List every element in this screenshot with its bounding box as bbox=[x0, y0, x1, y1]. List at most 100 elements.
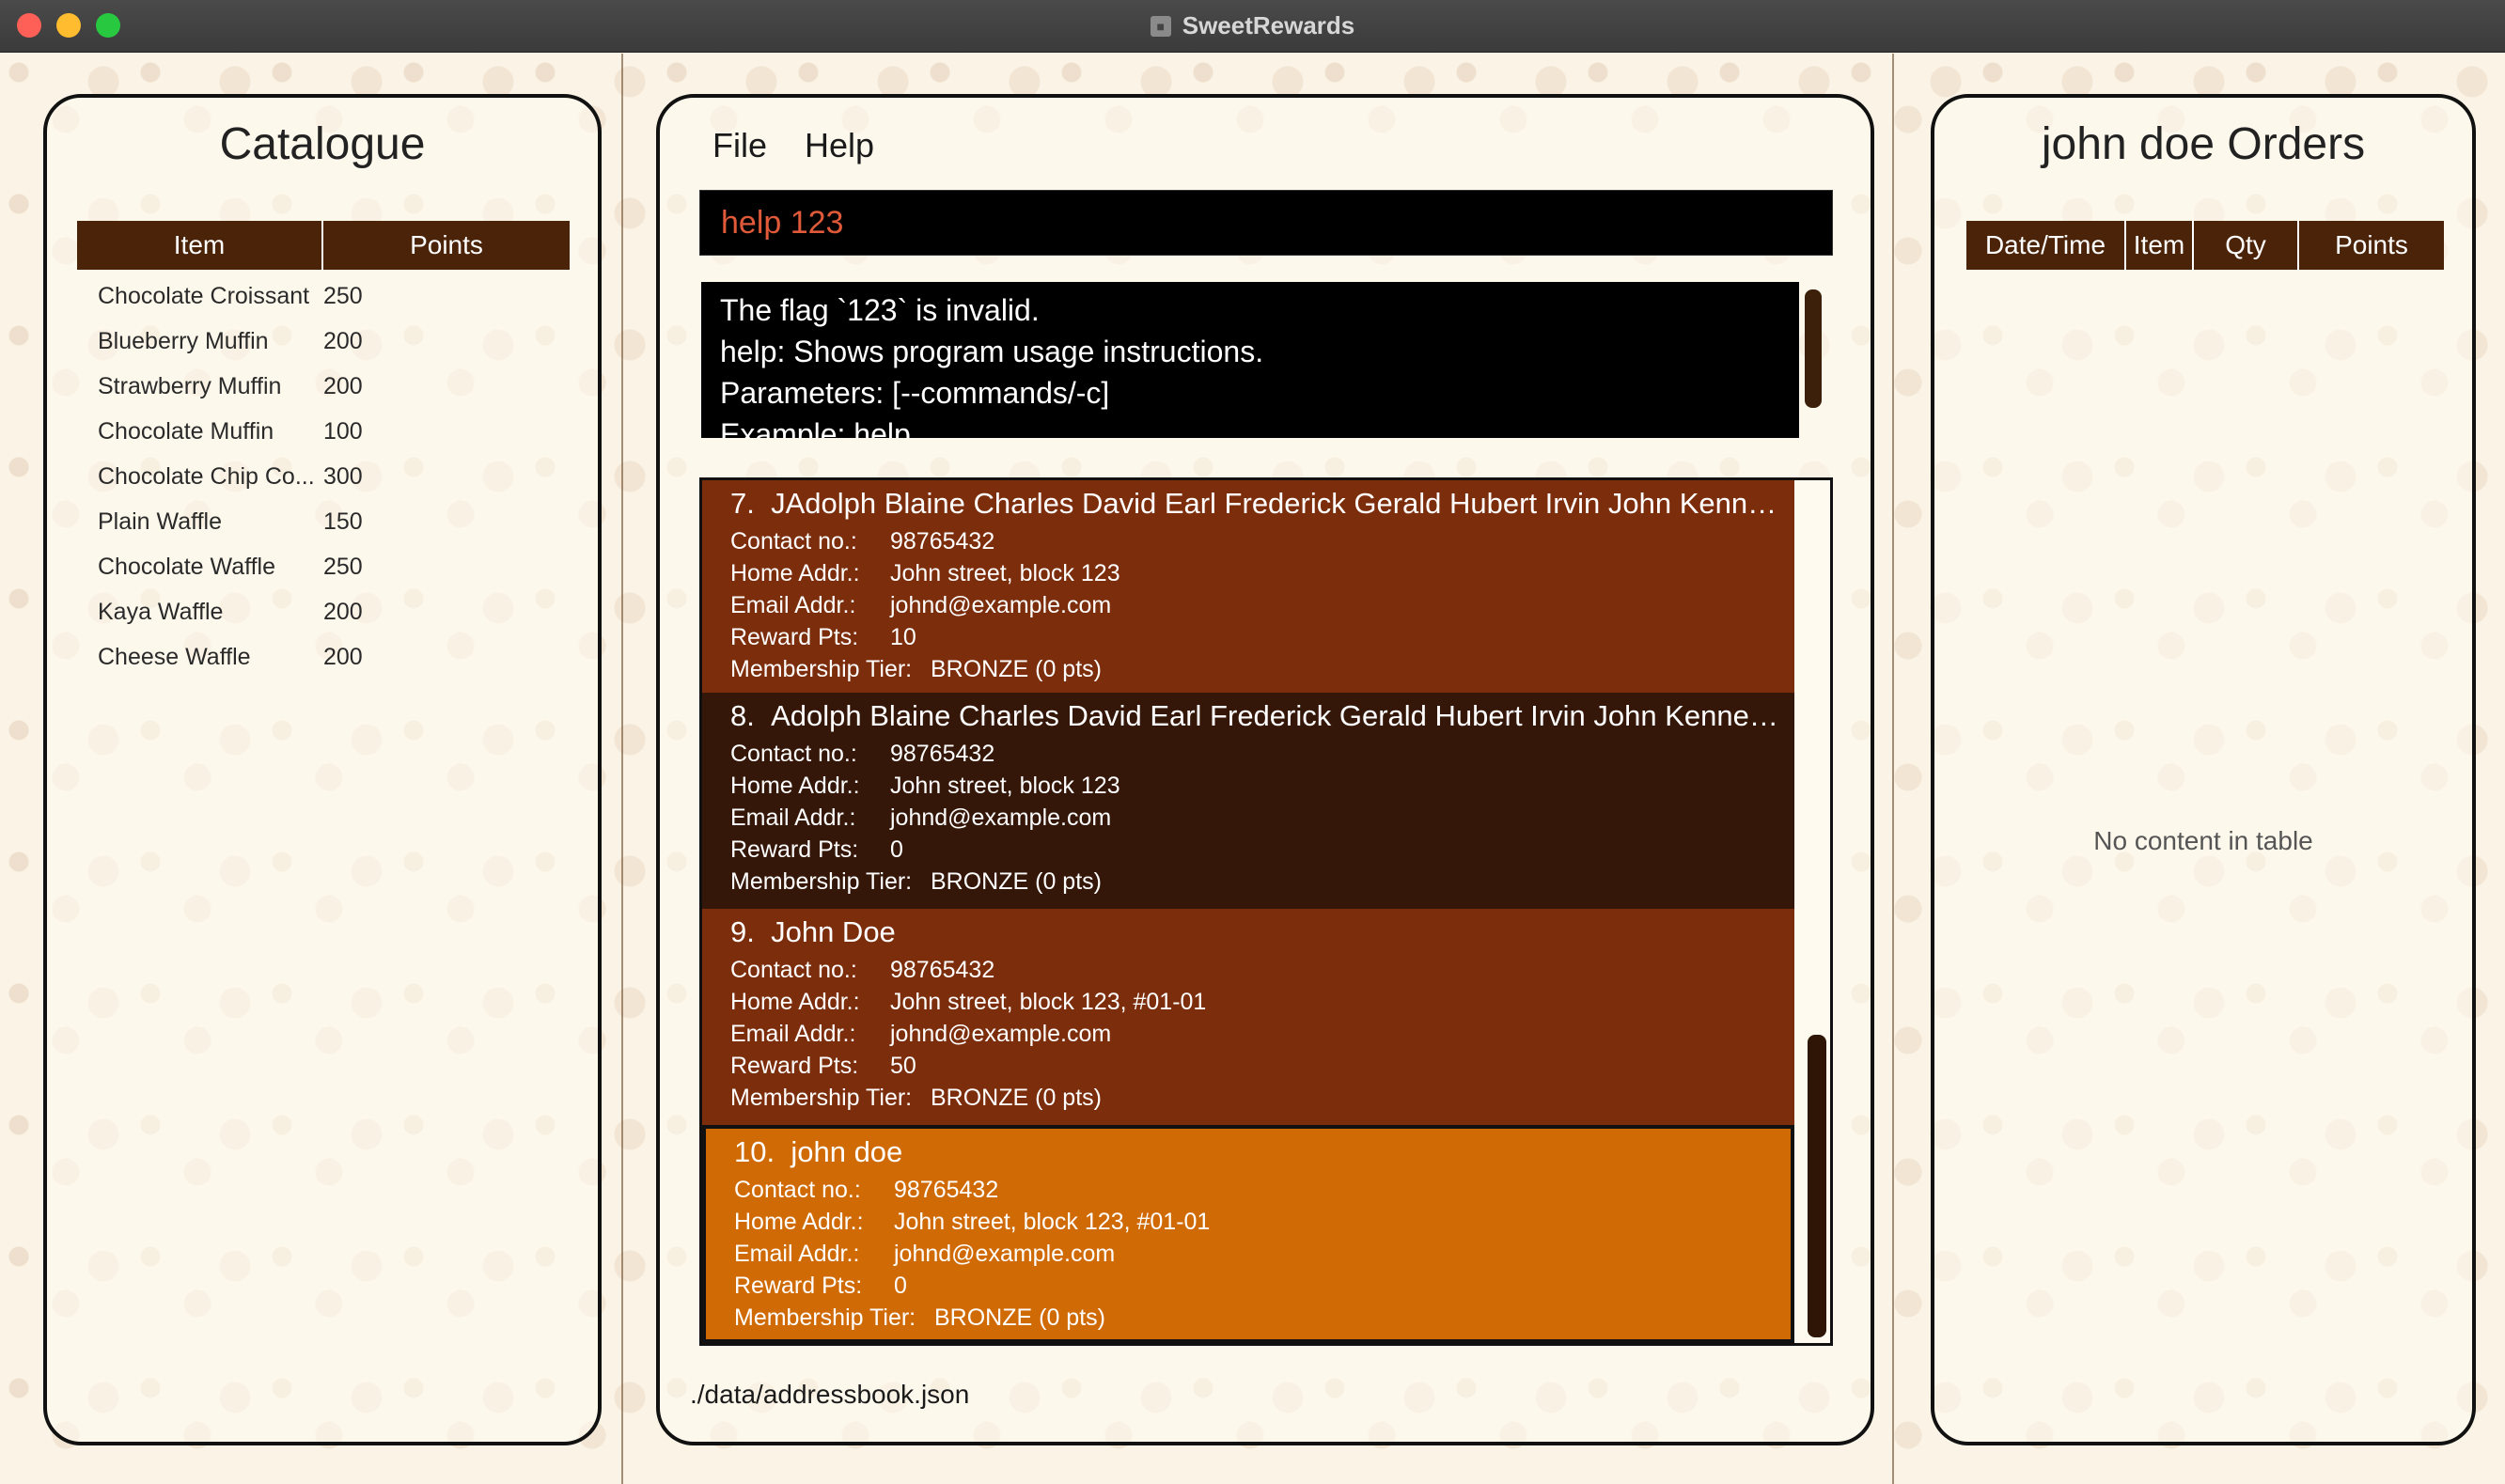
orders-column-points[interactable]: Points bbox=[2299, 221, 2444, 270]
table-row[interactable]: Kaya Waffle 200 bbox=[77, 589, 566, 634]
catalogue-item-name: Plain Waffle bbox=[98, 508, 223, 535]
table-row[interactable]: Chocolate Muffin 100 bbox=[77, 409, 566, 454]
orders-column-datetime[interactable]: Date/Time bbox=[1966, 221, 2126, 270]
home-label: Home Addr.: bbox=[730, 560, 860, 586]
pane-divider-left[interactable] bbox=[621, 54, 623, 1484]
customer-name: John Doe bbox=[771, 915, 896, 948]
orders-table-header: Date/Time Item Qty Points bbox=[1966, 221, 2444, 270]
table-row[interactable]: Chocolate Chip Co... 300 bbox=[77, 454, 566, 499]
result-line: The flag `123` is invalid. bbox=[720, 293, 1040, 327]
command-input[interactable]: help 123 bbox=[699, 190, 1833, 256]
catalogue-item-points: 200 bbox=[323, 598, 363, 625]
window-controls bbox=[17, 13, 120, 38]
reward-label: Reward Pts: bbox=[730, 624, 859, 650]
catalogue-table-header: Item Points bbox=[77, 221, 570, 270]
reward-value: 0 bbox=[894, 1273, 907, 1299]
email-value: johnd@example.com bbox=[890, 1021, 1112, 1047]
customer-index: 8. bbox=[730, 699, 755, 732]
status-bar-path: ./data/addressbook.json bbox=[690, 1380, 970, 1409]
tier-label: Membership Tier: bbox=[730, 868, 913, 895]
reward-value: 0 bbox=[890, 836, 903, 863]
orders-panel: john doe Orders Date/Time Item Qty Point… bbox=[1931, 94, 2476, 1445]
contact-label: Contact no.: bbox=[734, 1177, 861, 1203]
catalogue-item-name: Cheese Waffle bbox=[98, 643, 251, 670]
tier-value: BRONZE (0 pts) bbox=[931, 868, 1102, 895]
orders-column-item[interactable]: Item bbox=[2126, 221, 2194, 270]
close-window-button[interactable] bbox=[17, 13, 41, 38]
reward-value: 10 bbox=[890, 624, 916, 650]
reward-label: Reward Pts: bbox=[730, 836, 859, 863]
result-scrollbar[interactable] bbox=[1805, 289, 1822, 408]
customer-index: 9. bbox=[730, 915, 755, 948]
table-row[interactable]: Strawberry Muffin 200 bbox=[77, 364, 566, 409]
contact-label: Contact no.: bbox=[730, 741, 857, 767]
customer-card[interactable]: 7. JAdolph Blaine Charles David Earl Fre… bbox=[702, 480, 1794, 693]
catalogue-item-points: 200 bbox=[323, 372, 363, 399]
catalogue-item-points: 200 bbox=[323, 327, 363, 354]
tier-label: Membership Tier: bbox=[730, 1085, 913, 1111]
contact-value: 98765432 bbox=[890, 528, 995, 555]
email-value: johnd@example.com bbox=[890, 592, 1112, 618]
customer-index: 10. bbox=[734, 1135, 775, 1168]
table-row[interactable]: Blueberry Muffin 200 bbox=[77, 319, 566, 364]
menu-file[interactable]: File bbox=[712, 126, 767, 165]
contact-label: Contact no.: bbox=[730, 528, 857, 555]
tier-value: BRONZE (0 pts) bbox=[931, 1085, 1102, 1111]
result-line: Example: help bbox=[720, 417, 911, 438]
email-value: johnd@example.com bbox=[890, 804, 1112, 831]
catalogue-item-points: 200 bbox=[323, 643, 363, 670]
customer-index: 7. bbox=[730, 487, 755, 520]
customer-list-scrollbar-thumb[interactable] bbox=[1808, 1035, 1826, 1337]
contact-label: Contact no.: bbox=[730, 957, 857, 983]
window-title-group: ■ SweetRewards bbox=[1150, 11, 1354, 40]
title-bar: ■ SweetRewards bbox=[0, 0, 2505, 53]
reward-value: 50 bbox=[890, 1053, 916, 1079]
catalogue-item-points: 150 bbox=[323, 508, 363, 535]
email-label: Email Addr.: bbox=[730, 804, 856, 831]
catalogue-item-name: Chocolate Waffle bbox=[98, 553, 275, 580]
orders-empty-message: No content in table bbox=[2093, 826, 2313, 855]
email-value: johnd@example.com bbox=[894, 1241, 1116, 1267]
customer-list: 7. JAdolph Blaine Charles David Earl Fre… bbox=[699, 477, 1833, 1346]
table-row[interactable]: Chocolate Waffle 250 bbox=[77, 544, 566, 589]
minimize-window-button[interactable] bbox=[56, 13, 81, 38]
catalogue-title: Catalogue bbox=[219, 119, 426, 169]
pane-divider-right[interactable] bbox=[1892, 54, 1894, 1484]
catalogue-item-points: 250 bbox=[323, 282, 363, 309]
customer-card-selected[interactable]: 10. john doe Contact no.: 98765432 Home A… bbox=[702, 1125, 1794, 1343]
catalogue-item-name: Chocolate Muffin bbox=[98, 417, 274, 445]
tier-value: BRONZE (0 pts) bbox=[934, 1304, 1105, 1331]
catalogue-item-name: Chocolate Croissant bbox=[98, 282, 310, 309]
email-label: Email Addr.: bbox=[734, 1241, 860, 1267]
home-label: Home Addr.: bbox=[730, 773, 860, 799]
catalogue-panel: Catalogue Item Points Chocolate Croissan… bbox=[43, 94, 602, 1445]
customer-name: Adolph Blaine Charles David Earl Frederi… bbox=[771, 699, 1783, 732]
catalogue-column-points[interactable]: Points bbox=[323, 221, 570, 270]
contact-value: 98765432 bbox=[890, 741, 995, 767]
catalogue-item-name: Chocolate Chip Co... bbox=[98, 462, 315, 490]
customer-card[interactable]: 8. Adolph Blaine Charles David Earl Fred… bbox=[702, 693, 1794, 909]
table-row[interactable]: Chocolate Croissant 250 bbox=[77, 273, 566, 319]
app-icon: ■ bbox=[1150, 15, 1171, 37]
menu-bar: File Help bbox=[712, 126, 874, 165]
home-label: Home Addr.: bbox=[730, 989, 860, 1015]
catalogue-item-points: 300 bbox=[323, 462, 363, 490]
reward-label: Reward Pts: bbox=[734, 1273, 863, 1299]
table-row[interactable]: Plain Waffle 150 bbox=[77, 499, 566, 544]
menu-help[interactable]: Help bbox=[805, 126, 874, 165]
maximize-window-button[interactable] bbox=[96, 13, 120, 38]
customer-card[interactable]: 9. John Doe Contact no.: 98765432 Home Ad… bbox=[702, 909, 1794, 1125]
result-display[interactable]: The flag `123` is invalid. help: Shows p… bbox=[701, 282, 1799, 438]
result-line: help: Shows program usage instructions. bbox=[720, 335, 1264, 368]
main-panel: File Help help 123 The flag `123` is inv… bbox=[656, 94, 1874, 1445]
customer-name: JAdolph Blaine Charles David Earl Freder… bbox=[771, 487, 1783, 520]
orders-column-qty[interactable]: Qty bbox=[2194, 221, 2299, 270]
catalogue-column-item[interactable]: Item bbox=[77, 221, 323, 270]
home-label: Home Addr.: bbox=[734, 1209, 864, 1235]
contact-value: 98765432 bbox=[894, 1177, 999, 1203]
tier-value: BRONZE (0 pts) bbox=[931, 656, 1102, 682]
catalogue-item-name: Kaya Waffle bbox=[98, 598, 224, 625]
catalogue-item-points: 250 bbox=[323, 553, 363, 580]
email-label: Email Addr.: bbox=[730, 592, 856, 618]
table-row[interactable]: Cheese Waffle 200 bbox=[77, 634, 566, 680]
